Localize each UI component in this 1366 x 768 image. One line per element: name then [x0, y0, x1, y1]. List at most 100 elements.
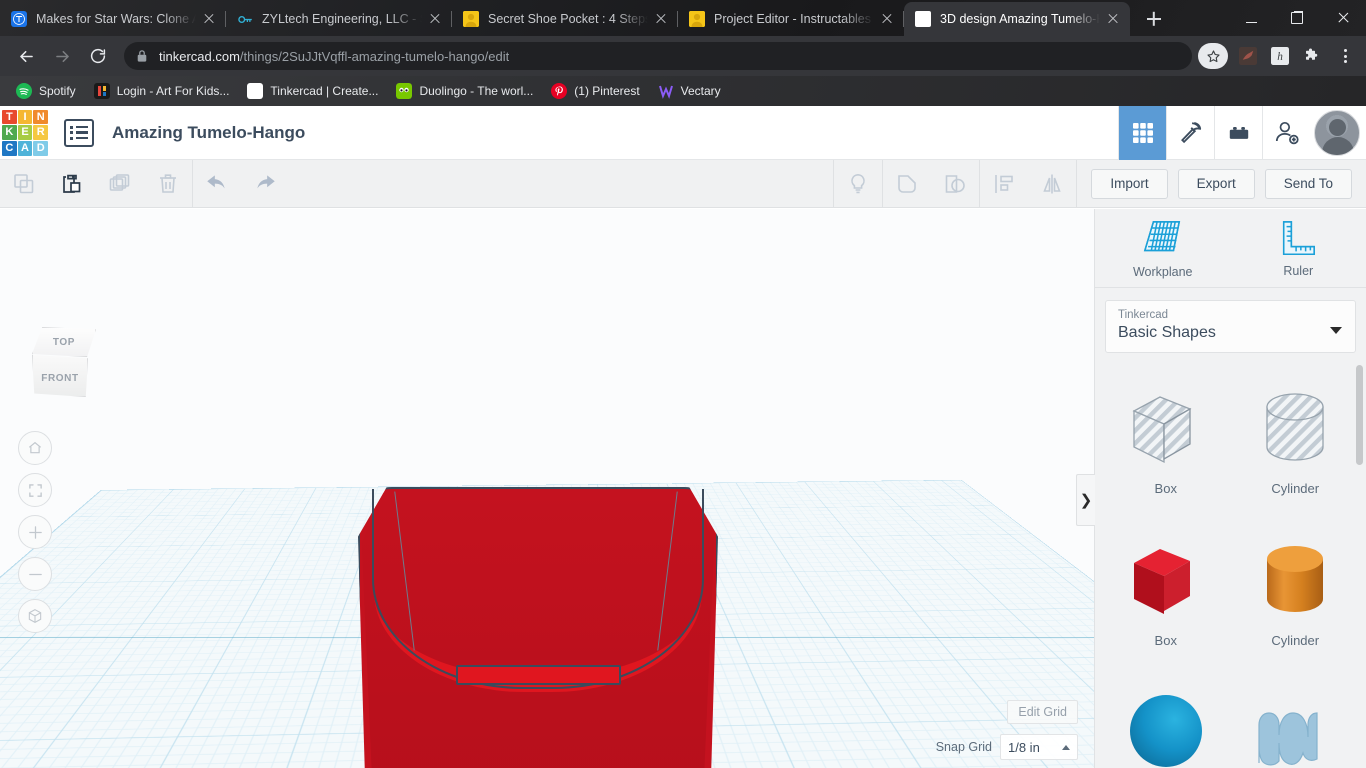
address-bar[interactable]: tinkercad.com/things/2SuJJtVqffl-amazing…: [124, 42, 1192, 70]
view-cube[interactable]: TOP FRONT: [26, 327, 102, 399]
puzzle-extensions-icon[interactable]: [1299, 43, 1325, 69]
edit-grid-button[interactable]: Edit Grid: [1007, 700, 1078, 724]
panel-scrollbar[interactable]: [1356, 365, 1363, 465]
bookmark-item[interactable]: Duolingo - The worl...: [388, 80, 541, 102]
star-icon[interactable]: [1198, 43, 1228, 69]
duplicate-icon[interactable]: [96, 160, 144, 208]
minecraft-pickaxe-icon[interactable]: [1166, 106, 1214, 160]
undo-icon[interactable]: [193, 160, 241, 208]
history-tools: [193, 160, 289, 208]
chevron-right-icon[interactable]: ❯: [1076, 474, 1095, 526]
shape-grid: Box Cylinder Box Cylinder: [1095, 363, 1366, 768]
redo-icon[interactable]: [241, 160, 289, 208]
ungroup-icon[interactable]: [931, 160, 979, 208]
group-icon[interactable]: [883, 160, 931, 208]
bookmark-item[interactable]: Tinkercad | Create...: [239, 80, 386, 102]
orthographic-toggle-icon[interactable]: [18, 599, 52, 633]
avatar[interactable]: [1314, 110, 1360, 156]
browser-tab-active[interactable]: 3D design Amazing Tumelo-Ha: [904, 2, 1130, 36]
close-window-icon[interactable]: [1320, 0, 1366, 36]
import-button[interactable]: Import: [1091, 169, 1167, 199]
snap-grid-label: Snap Grid: [936, 740, 992, 754]
forward-arrow-icon[interactable]: [47, 41, 77, 71]
close-icon[interactable]: [1104, 10, 1122, 28]
view-cube-front-face[interactable]: FRONT: [32, 353, 88, 397]
send-to-button[interactable]: Send To: [1265, 169, 1352, 199]
tinkercad-logo[interactable]: T I N K E R C A D: [2, 110, 48, 156]
editor-toolbar: Import Export Send To: [0, 160, 1366, 208]
red-container-bin[interactable]: [358, 487, 718, 768]
back-arrow-icon[interactable]: [11, 41, 41, 71]
snap-grid-select[interactable]: 1/8 in: [1000, 734, 1078, 760]
shape-label: Box: [1155, 633, 1177, 648]
box-solid-icon: [1118, 533, 1214, 629]
shape-item-scribble-solid[interactable]: [1231, 675, 1361, 768]
tinkercad-app: T I N K E R C A D Amazing Tumelo-Hango I…: [0, 106, 1366, 768]
3d-workspace[interactable]: TOP FRONT Edit Grid Snap Grid 1/8 in: [0, 209, 1094, 768]
lego-brick-icon[interactable]: [1214, 106, 1262, 160]
grid-gallery-icon[interactable]: [1118, 106, 1166, 160]
bookmark-item[interactable]: Spotify: [8, 80, 84, 102]
add-person-icon[interactable]: [1262, 106, 1310, 160]
bookmark-item[interactable]: Vectary: [650, 80, 729, 102]
maximize-icon[interactable]: [1274, 0, 1320, 36]
browser-tab[interactable]: ZYLtech Engineering, LLC - Shop: [226, 2, 452, 36]
shape-label: Cylinder: [1271, 481, 1319, 496]
fit-to-view-icon[interactable]: [18, 473, 52, 507]
delete-icon[interactable]: [144, 160, 192, 208]
shape-item-cylinder-solid[interactable]: Cylinder: [1231, 523, 1361, 675]
bookmark-item[interactable]: (1) Pinterest: [543, 80, 647, 102]
sphere-solid-icon: [1118, 685, 1214, 768]
shape-item-cylinder-hole[interactable]: Cylinder: [1231, 371, 1361, 523]
tab-strip: Makes for Star Wars: Clone Airb ZYLtech …: [0, 0, 1366, 36]
three-dot-menu-icon[interactable]: [1332, 43, 1358, 69]
logo-tile: C: [2, 141, 17, 156]
paste-icon[interactable]: [48, 160, 96, 208]
extension-icon[interactable]: [1235, 43, 1261, 69]
browser-tab[interactable]: Secret Shoe Pocket : 4 Steps - In: [452, 2, 678, 36]
logo-tile: K: [2, 125, 17, 140]
bookmark-item[interactable]: Login - Art For Kids...: [86, 80, 238, 102]
browser-tab[interactable]: Makes for Star Wars: Clone Airb: [0, 2, 226, 36]
shape-item-box-hole[interactable]: Box: [1101, 371, 1231, 523]
shape-library-select[interactable]: Tinkercad Basic Shapes: [1105, 300, 1356, 353]
zyltech-icon: [237, 11, 253, 27]
reload-icon[interactable]: [83, 41, 113, 71]
align-icon[interactable]: [980, 160, 1028, 208]
new-tab-button[interactable]: [1140, 5, 1168, 33]
extension-h-icon[interactable]: h: [1267, 43, 1293, 69]
ruler-tool[interactable]: Ruler: [1231, 219, 1366, 278]
zoom-in-icon[interactable]: [18, 515, 52, 549]
tab-title: Makes for Star Wars: Clone Airb: [36, 12, 196, 26]
library-name: Basic Shapes: [1118, 324, 1343, 342]
panel-tool-label: Workplane: [1133, 265, 1193, 279]
snap-grid-control: Snap Grid 1/8 in: [936, 734, 1078, 760]
omnibox-row: tinkercad.com/things/2SuJJtVqffl-amazing…: [0, 36, 1366, 76]
page-title: Amazing Tumelo-Hango: [112, 123, 305, 143]
bookmark-label: Spotify: [39, 84, 76, 98]
export-button[interactable]: Export: [1178, 169, 1255, 199]
browser-tab[interactable]: Project Editor - Instructables: [678, 2, 904, 36]
close-icon[interactable]: [878, 10, 896, 28]
shape-item-box-solid[interactable]: Box: [1101, 523, 1231, 675]
shape-item-sphere-solid[interactable]: [1101, 675, 1231, 768]
copy-icon[interactable]: [0, 160, 48, 208]
toolbar-right: Import Export Send To: [833, 160, 1366, 208]
close-icon[interactable]: [652, 10, 670, 28]
close-icon[interactable]: [426, 10, 444, 28]
lightbulb-icon[interactable]: [834, 160, 882, 208]
toolbar-divider: [1076, 160, 1077, 208]
url-text: tinkercad.com/things/2SuJJtVqffl-amazing…: [159, 49, 509, 64]
project-list-icon[interactable]: [64, 119, 94, 147]
view-cube-top-face[interactable]: TOP: [32, 327, 96, 357]
bookmarks-bar: Spotify Login - Art For Kids... Tinkerca…: [0, 76, 1366, 106]
shape-label: Box: [1155, 481, 1177, 496]
zoom-out-icon[interactable]: [18, 557, 52, 591]
clipboard-tools: [0, 160, 192, 208]
minimize-icon[interactable]: [1228, 0, 1274, 36]
workplane-tool[interactable]: Workplane: [1095, 218, 1231, 279]
home-view-icon[interactable]: [18, 431, 52, 465]
bookmark-label: (1) Pinterest: [574, 84, 639, 98]
mirror-icon[interactable]: [1028, 160, 1076, 208]
close-icon[interactable]: [200, 10, 218, 28]
